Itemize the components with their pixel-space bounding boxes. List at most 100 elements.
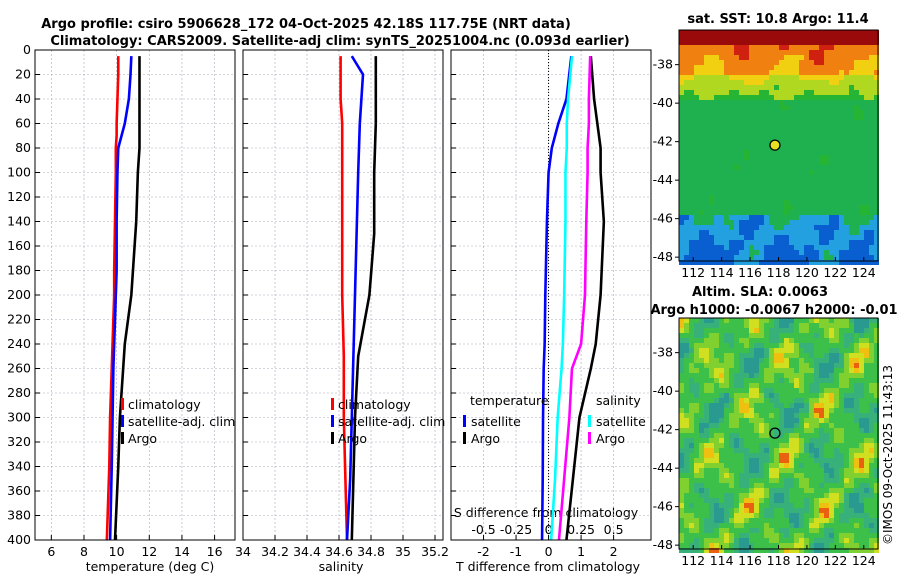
heatmap-cell bbox=[824, 343, 829, 348]
heatmap-cell bbox=[739, 65, 744, 70]
heatmap-cell bbox=[729, 428, 734, 433]
heatmap-cell bbox=[774, 353, 779, 358]
heatmap-cell bbox=[829, 60, 834, 65]
heatmap-cell bbox=[814, 523, 819, 528]
heatmap-cell bbox=[824, 423, 829, 428]
heatmap-cell bbox=[689, 100, 694, 105]
heatmap-cell bbox=[864, 463, 869, 468]
heatmap-cell bbox=[799, 75, 804, 80]
heatmap-cell bbox=[689, 215, 694, 220]
heatmap-cell bbox=[724, 225, 729, 230]
heatmap-cell bbox=[704, 180, 709, 185]
heatmap-cell bbox=[854, 85, 859, 90]
heatmap-cell bbox=[854, 498, 859, 503]
heatmap-cell bbox=[689, 438, 694, 443]
heatmap-cell bbox=[799, 473, 804, 478]
heatmap-cell bbox=[784, 80, 789, 85]
heatmap-cell bbox=[854, 185, 859, 190]
legend-swatch bbox=[121, 415, 124, 427]
heatmap-cell bbox=[714, 398, 719, 403]
heatmap-cell bbox=[804, 468, 809, 473]
heatmap-cell bbox=[714, 125, 719, 130]
heatmap-cell bbox=[694, 185, 699, 190]
heatmap-cell bbox=[779, 473, 784, 478]
heatmap-cell bbox=[759, 338, 764, 343]
heatmap-cell bbox=[749, 235, 754, 240]
heatmap-cell bbox=[834, 140, 839, 145]
heatmap-cell bbox=[809, 438, 814, 443]
heatmap-cell bbox=[834, 508, 839, 513]
heatmap-cell bbox=[859, 483, 864, 488]
heatmap-cell bbox=[754, 413, 759, 418]
heatmap-cell bbox=[794, 45, 799, 50]
heatmap-cell bbox=[764, 403, 769, 408]
heatmap-cell bbox=[799, 378, 804, 383]
heatmap-cell bbox=[849, 423, 854, 428]
heatmap-cell bbox=[799, 368, 804, 373]
heatmap-cell bbox=[769, 115, 774, 120]
heatmap-cell bbox=[684, 488, 689, 493]
heatmap-cell bbox=[729, 180, 734, 185]
heatmap-cell bbox=[864, 518, 869, 523]
heatmap-cell bbox=[719, 190, 724, 195]
heatmap-cell bbox=[814, 185, 819, 190]
heatmap-cell bbox=[754, 75, 759, 80]
heatmap-cell bbox=[709, 235, 714, 240]
heatmap-cell bbox=[864, 35, 869, 40]
heatmap-cell bbox=[869, 200, 874, 205]
heatmap-cell bbox=[864, 100, 869, 105]
heatmap-cell bbox=[839, 95, 844, 100]
heatmap-cell bbox=[754, 130, 759, 135]
heatmap-cell bbox=[689, 338, 694, 343]
heatmap-cell bbox=[794, 458, 799, 463]
heatmap-cell bbox=[794, 55, 799, 60]
heatmap-cell bbox=[789, 40, 794, 45]
heatmap-cell bbox=[869, 250, 874, 255]
heatmap-cell bbox=[799, 383, 804, 388]
heatmap-cell bbox=[864, 368, 869, 373]
heatmap-cell bbox=[729, 348, 734, 353]
heatmap-cell bbox=[799, 483, 804, 488]
heatmap-cell bbox=[719, 85, 724, 90]
heatmap-cell bbox=[764, 245, 769, 250]
heatmap-cell bbox=[714, 205, 719, 210]
heatmap-cell bbox=[809, 175, 814, 180]
heatmap-cell bbox=[789, 150, 794, 155]
heatmap-cell bbox=[784, 538, 789, 543]
heatmap-cell bbox=[864, 543, 869, 548]
heatmap-cell bbox=[774, 50, 779, 55]
heatmap-cell bbox=[834, 40, 839, 45]
heatmap-cell bbox=[694, 175, 699, 180]
heatmap-cell bbox=[764, 453, 769, 458]
heatmap-cell bbox=[739, 145, 744, 150]
heatmap-cell bbox=[729, 70, 734, 75]
heatmap-cell bbox=[799, 388, 804, 393]
heatmap-cell bbox=[839, 120, 844, 125]
heatmap-cell bbox=[684, 205, 689, 210]
heatmap-cell bbox=[754, 220, 759, 225]
heatmap-cell bbox=[729, 508, 734, 513]
heatmap-cell bbox=[744, 503, 749, 508]
heatmap-cell bbox=[799, 463, 804, 468]
heatmap-cell bbox=[779, 498, 784, 503]
heatmap-cell bbox=[769, 120, 774, 125]
heatmap-cell bbox=[794, 393, 799, 398]
heatmap-cell bbox=[774, 463, 779, 468]
heatmap-cell bbox=[869, 418, 874, 423]
heatmap-cell bbox=[714, 508, 719, 513]
heatmap-cell bbox=[789, 328, 794, 333]
heatmap-cell bbox=[869, 210, 874, 215]
heatmap-cell bbox=[704, 250, 709, 255]
heatmap-cell bbox=[754, 150, 759, 155]
heatmap-cell bbox=[699, 443, 704, 448]
legend-swatch bbox=[588, 432, 591, 444]
heatmap-cell bbox=[769, 498, 774, 503]
heatmap-cell bbox=[799, 318, 804, 323]
heatmap-cell bbox=[739, 130, 744, 135]
heatmap-cell bbox=[819, 498, 824, 503]
heatmap-cell bbox=[749, 413, 754, 418]
heatmap-cell bbox=[704, 165, 709, 170]
heatmap-cell bbox=[704, 493, 709, 498]
heatmap-cell bbox=[774, 90, 779, 95]
heatmap-cell bbox=[819, 70, 824, 75]
